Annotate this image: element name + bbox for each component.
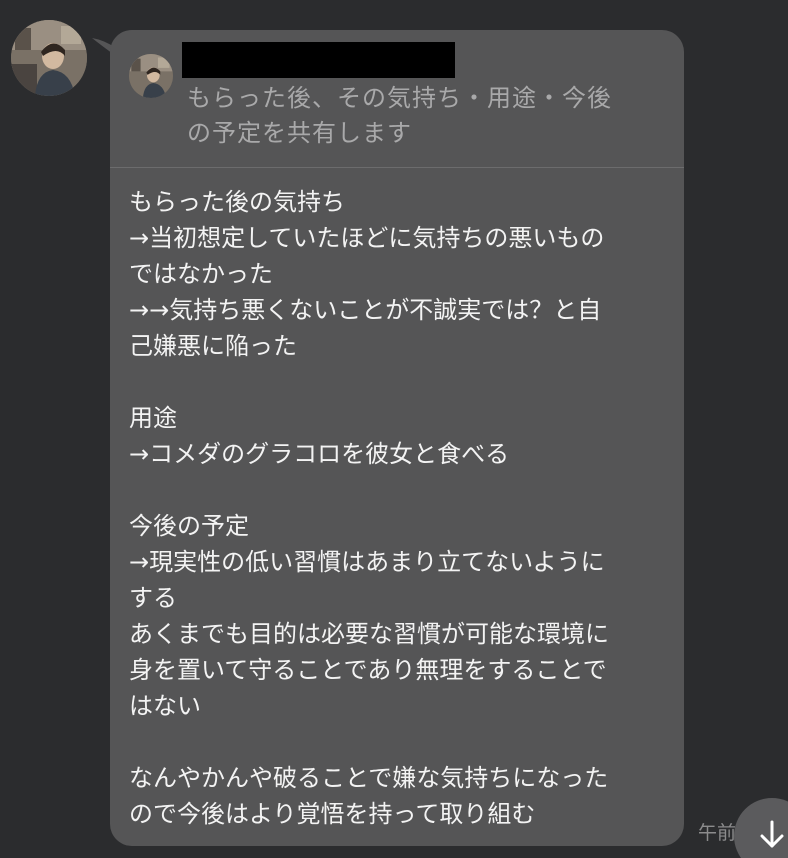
avatar-photo	[129, 54, 173, 98]
quote-divider	[110, 167, 684, 168]
chat-view: もらった後、その気持ち・用途・今後 の予定を共有します もらった後の気持ち →当…	[0, 0, 788, 858]
message-bubble[interactable]: もらった後、その気持ち・用途・今後 の予定を共有します もらった後の気持ち →当…	[110, 30, 684, 846]
quoted-avatar	[129, 54, 173, 98]
redacted-name	[182, 42, 455, 78]
message-text: もらった後の気持ち →当初想定していたほどに気持ちの悪いもの ではなかった →→…	[129, 188, 609, 828]
quoted-message[interactable]: もらった後、その気持ち・用途・今後 の予定を共有します	[110, 30, 684, 167]
sender-avatar[interactable]	[11, 20, 87, 96]
scroll-to-bottom-button[interactable]	[734, 798, 788, 858]
avatar-photo	[11, 20, 87, 96]
message-timestamp: 午前	[698, 822, 737, 844]
quoted-text: もらった後、その気持ち・用途・今後 の予定を共有します	[187, 84, 612, 147]
arrow-down-icon	[760, 820, 784, 848]
